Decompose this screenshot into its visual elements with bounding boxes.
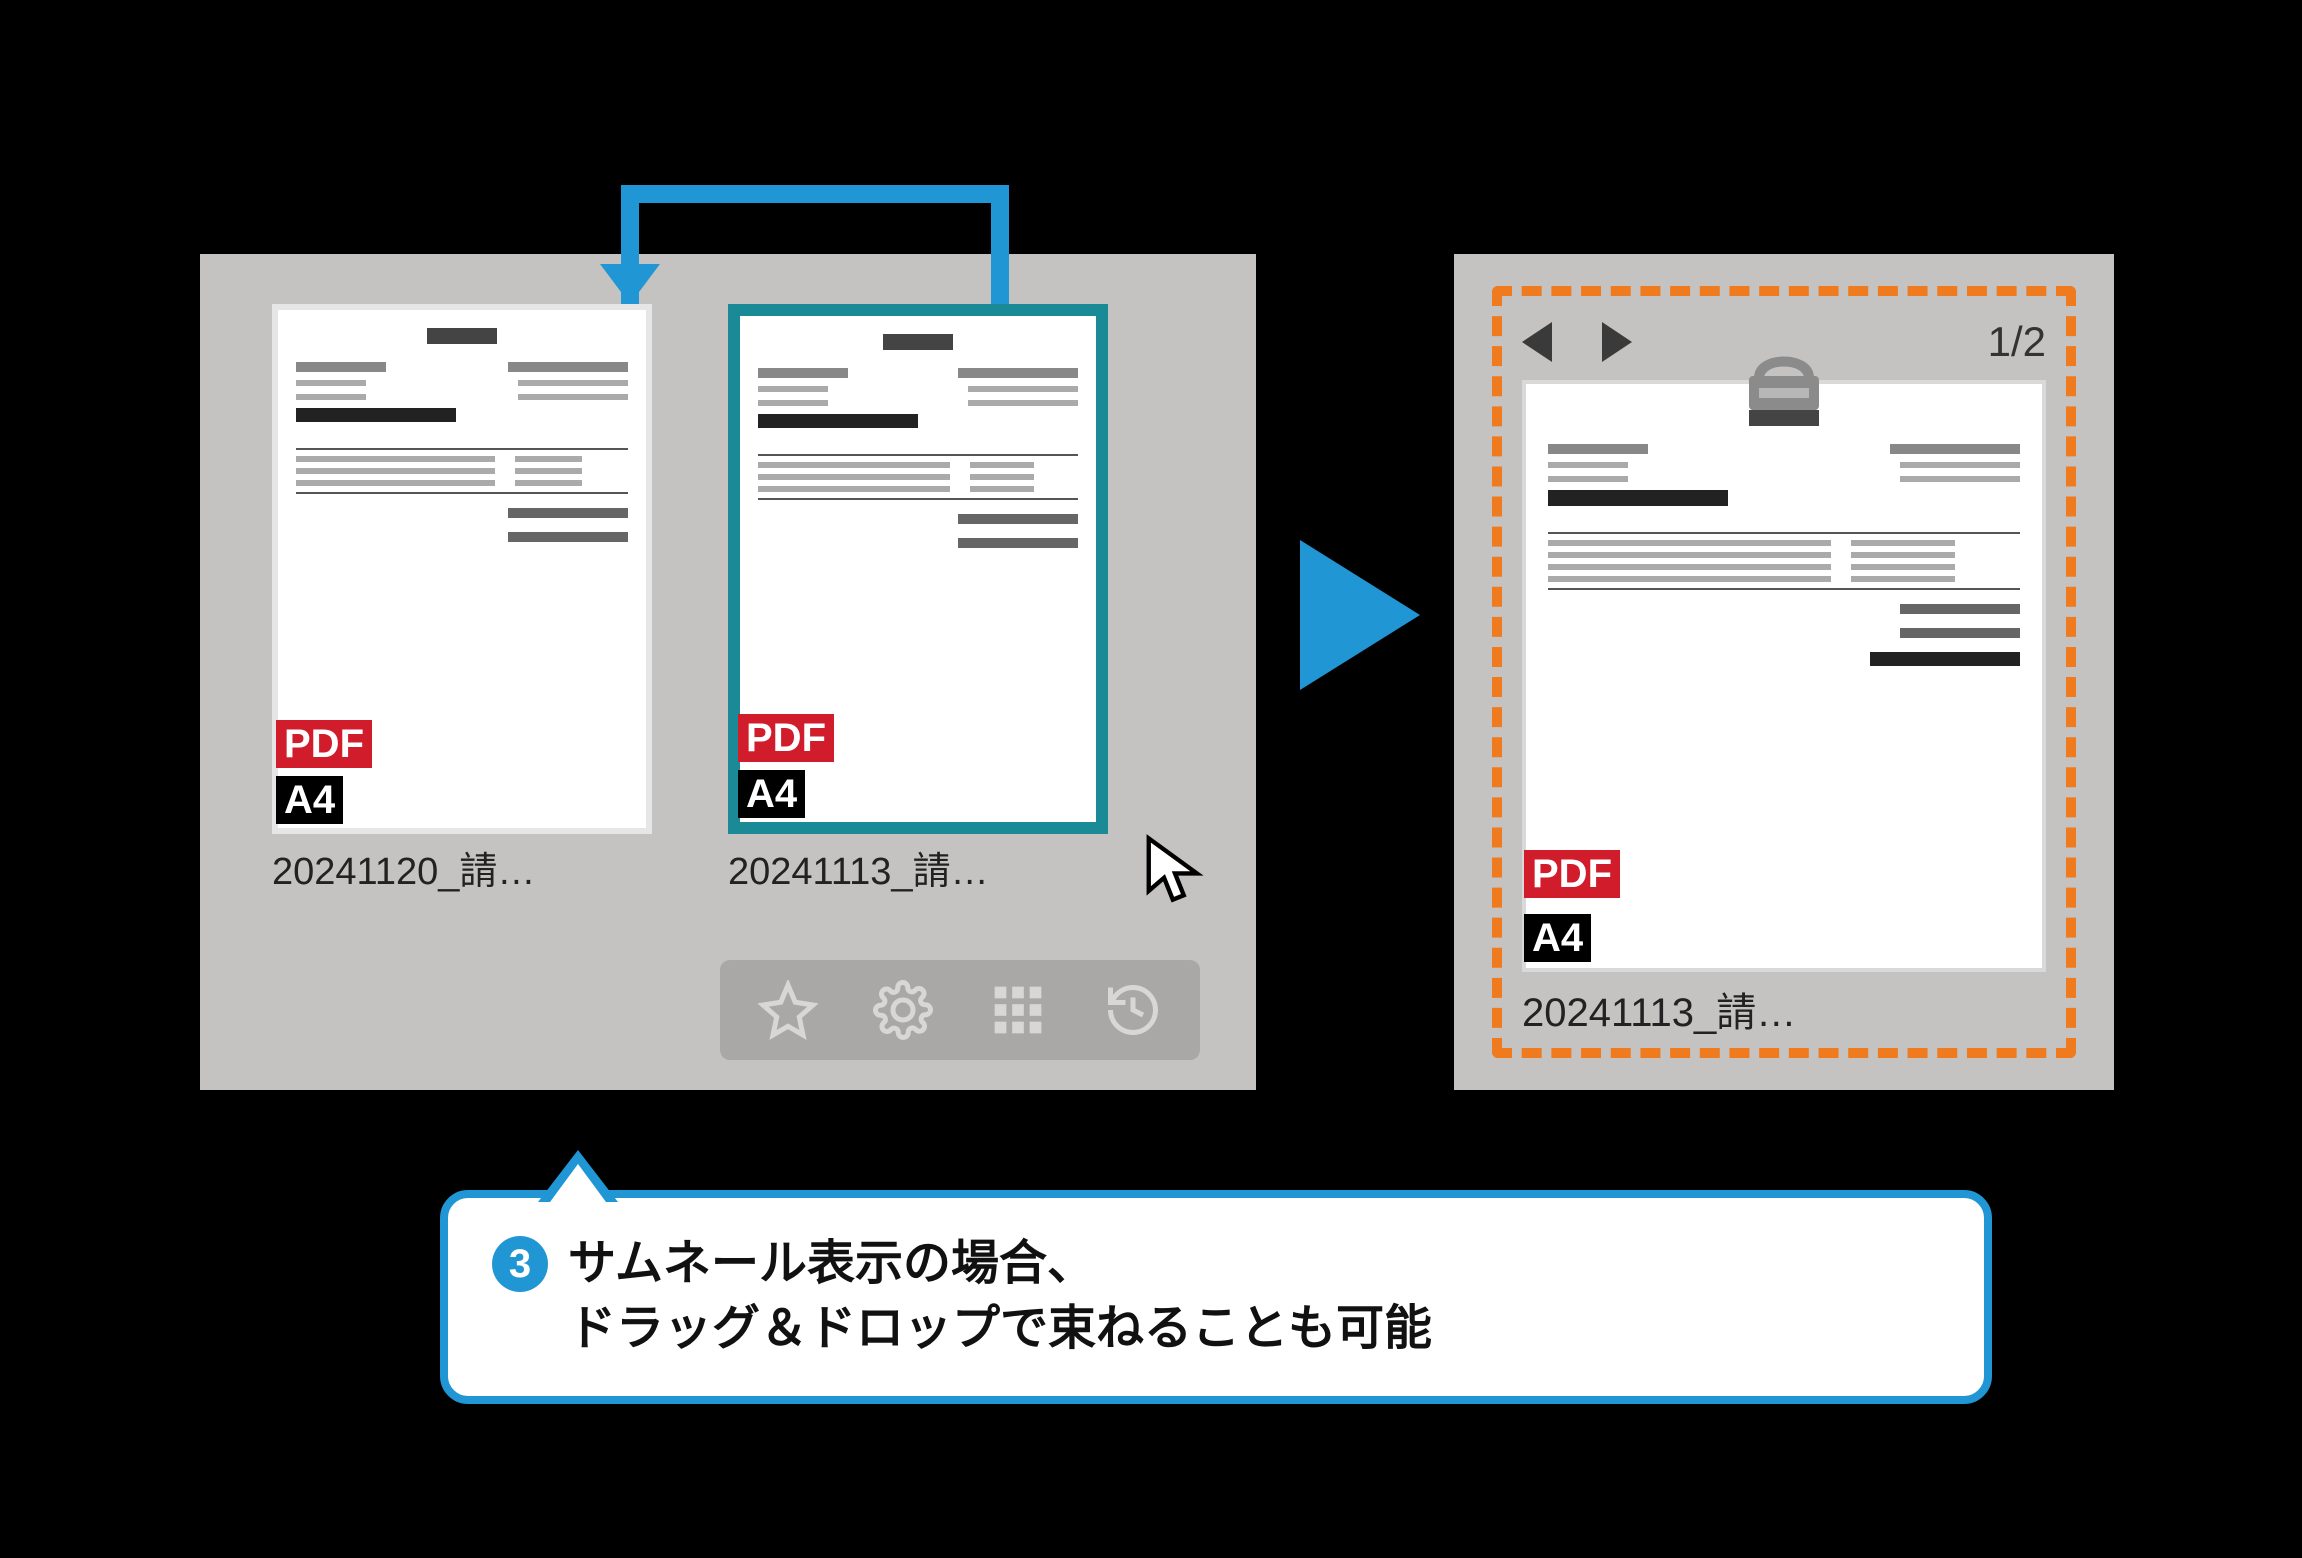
paper-size-badge: A4 <box>276 776 343 824</box>
document-thumbnail[interactable]: PDF A4 <box>728 304 1108 834</box>
callout-line1: サムネール表示の場合、 <box>568 1237 1095 1290</box>
pdf-badge: PDF <box>1524 850 1620 898</box>
history-button[interactable] <box>1093 970 1173 1050</box>
instruction-callout: 3 サムネール表示の場合、 ドラッグ＆ドロップで束ねることも可能 <box>440 1190 1992 1404</box>
document-thumbnail[interactable]: PDF A4 <box>272 304 652 834</box>
binder-clip-icon <box>1729 348 1839 418</box>
star-icon <box>758 980 818 1040</box>
page-nav <box>1522 322 1632 362</box>
favorite-button[interactable] <box>748 970 828 1050</box>
thumbnail-panel: PDF A4 20241120_請… <box>200 254 1256 1090</box>
thumbnail-item[interactable]: PDF A4 20241113_請… <box>728 304 1108 895</box>
paper-size-badge: A4 <box>1524 914 1591 962</box>
prev-page-button[interactable] <box>1522 322 1552 362</box>
next-page-button[interactable] <box>1602 322 1632 362</box>
page-counter: 1/2 <box>1988 318 2046 366</box>
callout-line2: ドラッグ＆ドロップで束ねることも可能 <box>568 1302 1432 1355</box>
document-preview <box>758 334 1078 722</box>
stage: PDF A4 20241120_請… <box>0 0 2302 1558</box>
settings-button[interactable] <box>863 970 943 1050</box>
pdf-badge: PDF <box>276 720 372 768</box>
grid-icon <box>990 982 1046 1038</box>
thumbnail-toolbar <box>720 960 1200 1060</box>
grid-view-button[interactable] <box>978 970 1058 1050</box>
document-preview <box>296 328 628 728</box>
gear-icon <box>873 980 933 1040</box>
callout-pointer-icon <box>538 1150 618 1202</box>
drop-target-frame: 1/2 <box>1492 286 2076 1058</box>
paper-size-badge: A4 <box>738 770 805 818</box>
thumbnail-filename: 20241113_請… <box>728 840 989 895</box>
stacked-filename: 20241113_請… <box>1522 980 2046 1038</box>
mouse-cursor-icon <box>1140 834 1210 904</box>
stacked-document-thumbnail[interactable]: PDF A4 <box>1522 380 2046 972</box>
stacked-result-panel: 1/2 <box>1454 254 2114 1090</box>
step-number-badge: 3 <box>492 1236 548 1292</box>
pdf-badge: PDF <box>738 714 834 762</box>
thumbnail-item[interactable]: PDF A4 20241120_請… <box>272 304 652 895</box>
callout-text: サムネール表示の場合、 ドラッグ＆ドロップで束ねることも可能 <box>568 1232 1432 1362</box>
document-preview <box>1548 410 2020 858</box>
transition-arrow-icon <box>1300 540 1420 690</box>
thumbnail-filename: 20241120_請… <box>272 840 535 895</box>
history-icon <box>1103 980 1163 1040</box>
